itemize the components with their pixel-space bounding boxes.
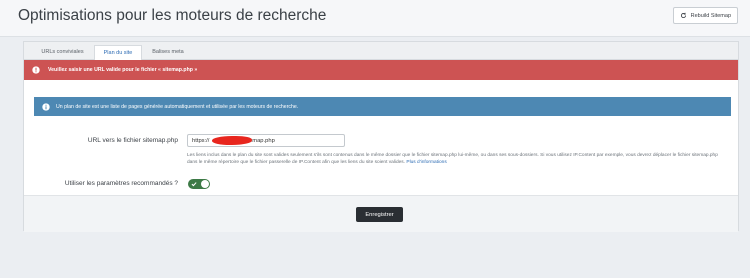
info-alert-text: Un plan de site est une liste de pages g… [56, 103, 299, 110]
error-alert: Veuillez saisir une URL valide pour le f… [24, 60, 738, 80]
redaction-mark [212, 136, 252, 145]
tabs-bar: URLs conviviales Plan du site Balises me… [24, 42, 738, 60]
recommended-settings-toggle[interactable] [188, 179, 210, 189]
settings-panel: URLs conviviales Plan du site Balises me… [23, 41, 739, 232]
save-button[interactable]: Enregistrer [356, 207, 403, 222]
rebuild-sitemap-button[interactable]: Rebuild Sitemap [672, 7, 738, 24]
exclamation-circle-icon [32, 66, 40, 74]
refresh-icon [680, 12, 686, 19]
check-icon [191, 182, 197, 187]
tab-urls-conviviales[interactable]: URLs conviviales [30, 45, 95, 59]
tab-plan-du-site[interactable]: Plan du site [94, 45, 142, 60]
page-header: Optimisations pour les moteurs de recher… [0, 0, 750, 37]
page-title: Optimisations pour les moteurs de recher… [18, 7, 327, 24]
error-alert-text: Veuillez saisir une URL valide pour le f… [48, 67, 198, 73]
recommended-settings-label: Utiliser les paramètres recommandés ? [64, 180, 178, 187]
toggle-knob [201, 180, 209, 188]
sitemap-help-text: Les liens inclus dans le plan du site so… [187, 152, 722, 167]
tab-balises-meta[interactable]: Balises meta [142, 45, 194, 59]
sitemap-url-input[interactable] [187, 134, 345, 147]
form-footer: Enregistrer [24, 195, 738, 232]
sitemap-url-label: URL vers le fichier sitemap.php [87, 137, 178, 144]
help-text: Les liens inclus dans le plan du site so… [187, 153, 718, 166]
more-info-link[interactable]: Plus d'informations [406, 160, 446, 165]
rebuild-sitemap-label: Rebuild Sitemap [690, 12, 731, 19]
info-alert: Un plan de site est une liste de pages g… [34, 97, 731, 116]
info-circle-icon [42, 102, 50, 111]
